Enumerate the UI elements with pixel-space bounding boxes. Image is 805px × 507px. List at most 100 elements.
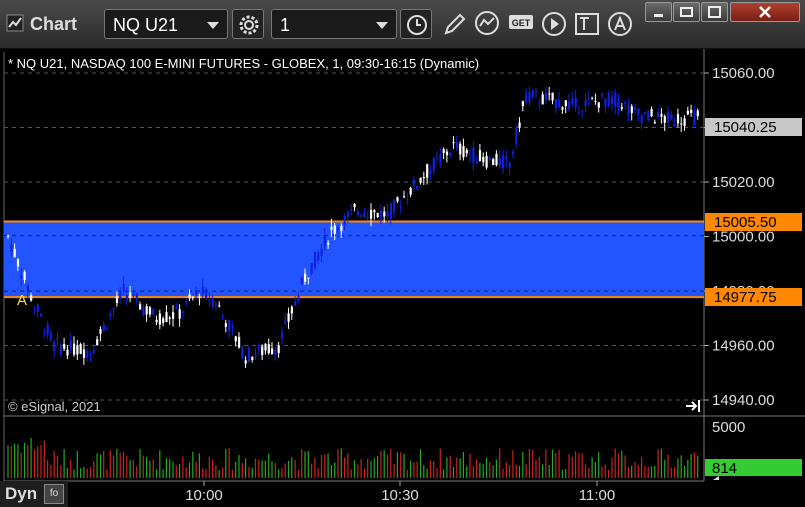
candle-body (630, 106, 633, 114)
candle-body (568, 101, 571, 110)
candle-body (607, 93, 610, 106)
candle-body (574, 97, 577, 107)
candle-body (406, 198, 409, 200)
candle-body (271, 348, 274, 355)
candle-body (416, 186, 419, 189)
symbol-selector[interactable]: NQ U21 (104, 9, 228, 39)
candle-body (188, 294, 191, 299)
volume-scale-label: 5000 (712, 419, 745, 436)
candle-body (310, 263, 313, 274)
candle-body (426, 164, 429, 178)
clock-button[interactable] (400, 9, 432, 39)
candle-body (422, 177, 425, 179)
zone-fill (4, 221, 704, 298)
candle-body (353, 203, 356, 208)
candle-body (304, 273, 307, 282)
candle-body (366, 216, 369, 218)
time-tick-label: 10:30 (381, 487, 419, 504)
candle-body (690, 109, 693, 113)
candle-body (280, 332, 284, 339)
price-tick-label: 15000.00 (712, 229, 775, 246)
candle-body (502, 155, 505, 169)
minimize-button[interactable] (645, 2, 672, 22)
candle-body (13, 248, 16, 258)
candle-body (214, 305, 218, 307)
candle-body (521, 101, 524, 107)
play-icon[interactable] (539, 9, 569, 39)
settings-button[interactable] (232, 9, 264, 39)
study-icon[interactable] (473, 9, 503, 39)
candle-body (76, 345, 79, 355)
candle-body (488, 157, 491, 160)
formula-icon[interactable]: fo (44, 484, 64, 504)
candle-body (119, 290, 122, 299)
candle-body (409, 187, 412, 195)
close-icon (759, 6, 771, 18)
status-bar: Dyn fo (0, 481, 68, 507)
candle-body (208, 299, 211, 301)
candle-body (337, 227, 340, 230)
volume-current-label: 814 (712, 460, 737, 477)
candle-body (56, 338, 59, 340)
candle-body (634, 106, 637, 110)
price-chart[interactable]: * NQ U21, NASDAQ 100 E-MINI FUTURES - GL… (0, 49, 805, 507)
candle-body (122, 284, 125, 291)
candle-body (492, 159, 495, 165)
zone-upper-label: 15005.50 (714, 214, 777, 231)
current-price-label: 15040.25 (714, 119, 777, 136)
restore-icon (680, 7, 693, 17)
restore-button[interactable] (673, 2, 700, 22)
alert-icon[interactable] (605, 9, 635, 39)
candle-body (680, 123, 683, 125)
time-tick-label: 10:00 (185, 487, 223, 504)
candle-body (515, 128, 518, 144)
candle-body (142, 307, 145, 315)
candle-body (46, 324, 49, 335)
candle-body (647, 110, 650, 120)
candle-body (531, 90, 534, 98)
candle-body (231, 326, 234, 329)
chevron-down-icon[interactable] (207, 22, 219, 29)
candle-body (469, 153, 472, 155)
pencil-icon[interactable] (440, 9, 470, 39)
candle-body (106, 327, 109, 329)
close-button[interactable] (730, 2, 800, 22)
interval-selector[interactable]: 1 (271, 9, 397, 39)
candle-body (452, 142, 455, 144)
candle-body (455, 142, 458, 148)
candle-body (257, 345, 260, 350)
candle-body (594, 100, 597, 102)
candle-body (53, 341, 56, 352)
candle-body (577, 112, 581, 114)
maximize-button[interactable] (701, 2, 728, 22)
candle-body (528, 92, 531, 102)
candle-body (548, 93, 551, 95)
candle-body (89, 353, 92, 356)
text-tool-icon[interactable] (572, 9, 602, 39)
candle-body (175, 306, 178, 309)
candle-body (637, 109, 640, 115)
price-tick-label: 15020.00 (712, 174, 775, 191)
candle-body (135, 293, 138, 300)
candle-body (478, 150, 482, 161)
candle-body (650, 108, 653, 117)
candle-body (653, 122, 656, 124)
support-zone[interactable] (4, 220, 704, 299)
candle-body (69, 339, 72, 349)
candle-body (294, 301, 297, 306)
candle-body (148, 307, 152, 315)
chart-app-icon (6, 14, 24, 32)
candle-body (412, 179, 416, 186)
candle-body (465, 150, 468, 154)
candle-body (535, 90, 538, 92)
get-icon[interactable]: GET (506, 9, 536, 39)
candle-body (508, 162, 511, 168)
candle-body (82, 349, 86, 358)
svg-text:GET: GET (512, 18, 531, 28)
candle-body (389, 203, 392, 220)
candle-body (172, 312, 175, 319)
price-tick-label: 14960.00 (712, 338, 775, 355)
chevron-down-icon[interactable] (376, 22, 388, 29)
candle-body (320, 248, 323, 257)
price-tick-label: 14940.00 (712, 392, 775, 409)
